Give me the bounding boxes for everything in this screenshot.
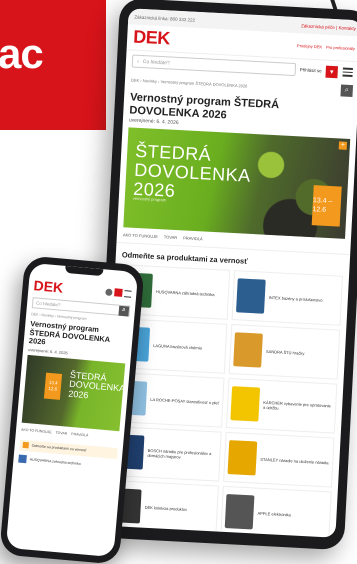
plus-icon[interactable]: + [338, 141, 348, 151]
customer-care-links[interactable]: Zákaznická péče | Kontakty [301, 23, 356, 31]
product-image [230, 386, 261, 422]
search-placeholder: Co hledáte? [142, 58, 170, 66]
product-label: INTEX bazény a príslušenstvo [268, 294, 323, 303]
product-label: BOSCH náradie pre profesionálov a domáci… [147, 447, 212, 460]
product-label: APPLE elektronika [257, 510, 291, 518]
dek-logo[interactable]: DEK [33, 277, 64, 296]
dek-logo[interactable]: DEK [133, 27, 171, 50]
product-label: STANLEY náradie na uloženie náradia [260, 456, 329, 465]
hero-date-badge: 13.4 12.6 [43, 372, 63, 400]
product-card[interactable]: KÄRCHER vybavenie pre upratovanie a údrž… [225, 378, 338, 434]
tab-rules[interactable]: PRAVIDLÁ [71, 432, 88, 437]
header-link-stores[interactable]: Prodejny DEK [297, 43, 322, 49]
search-icon[interactable]: ⌕ [118, 305, 130, 317]
gift-icon [22, 442, 29, 449]
product-card[interactable]: STANLEY náradie na uloženie náradia [223, 432, 335, 488]
tab-goods[interactable]: TOVAR [164, 235, 178, 241]
list-item-label: HUSQVARNA záhradná technika [29, 457, 81, 466]
hero-banner[interactable]: 13.4 12.6 ŠTEDRÁ DOVOLENKA 2026 [21, 354, 126, 432]
search-placeholder: Co hledáte? [35, 300, 61, 308]
hero-title: ŠTEDRÁ DOVOLENKA 2026 [132, 141, 251, 201]
tab-rules[interactable]: PRAVIDLÁ [183, 236, 203, 242]
user-icon[interactable] [105, 287, 113, 296]
hero-banner[interactable]: ŠTEDRÁ DOVOLENKA 2026 vernostný program … [123, 127, 351, 240]
tablet-screen: Zákaznická linka: 800 333 222 Zákaznická… [101, 8, 357, 538]
promo-strip-text: Odmeňte sa produktami za vernosť [31, 444, 87, 453]
cart-icon[interactable] [114, 288, 123, 297]
hero-title: ŠTEDRÁ DOVOLENKA 2026 [67, 369, 126, 401]
hotline-text: Zákaznická linka: 800 333 222 [134, 14, 196, 23]
hero-date-badge: 13.4 – 12.6 [311, 185, 342, 227]
product-label: LAGUNA bazénová chémia [153, 342, 202, 351]
product-card[interactable]: INTEX bazény a príslušenstvo [231, 270, 344, 327]
phone-header-icons [105, 287, 132, 298]
product-image [227, 440, 258, 476]
product-thumb [18, 454, 27, 464]
search-icon: ⌕ [136, 58, 140, 65]
product-label: HUSQVARNA záhradná technika [155, 288, 215, 297]
menu-icon[interactable] [124, 289, 132, 298]
login-link[interactable]: Přihlásit se [300, 67, 322, 73]
product-image [235, 278, 266, 315]
banner-text: ac [0, 30, 44, 77]
product-image [224, 494, 255, 530]
phone-screen: DEK Co hledáte? ⌕ DEK › Novinky › Vernos… [5, 262, 139, 558]
product-label: KÄRCHER vybavenie pre upratovanie a údrž… [262, 399, 331, 411]
menu-icon[interactable] [341, 66, 354, 79]
product-label: LA ROCHE-POSAY starostlivosť o pleť [150, 396, 220, 406]
product-label: SANDRA ŠTÚ hračky [265, 348, 305, 356]
breadcrumb[interactable]: DEK › Novinky › Vernostný program ŠTEDRÁ… [131, 77, 248, 88]
red-corner-banner: ac [0, 0, 106, 130]
product-image [233, 332, 263, 368]
tab-how-it-works[interactable]: AKO TO FUNGUJE [21, 428, 52, 435]
header-link-pros[interactable]: Pro profesionály [326, 45, 355, 52]
tab-how-it-works[interactable]: AKO TO FUNGUJE [123, 233, 158, 240]
product-card[interactable]: APPLE elektronika [220, 486, 332, 538]
header-links: Prodejny DEK Pro profesionály [297, 43, 355, 51]
product-card[interactable]: SANDRA ŠTÚ hračky [228, 324, 341, 380]
search-button-icon[interactable]: ⌕ [340, 84, 354, 98]
cart-icon[interactable]: ▾ [325, 65, 339, 78]
product-label: DEK kolekcia produktov [144, 504, 188, 512]
tab-goods[interactable]: TOVAR [55, 431, 67, 436]
hero-subtitle: vernostný program [132, 195, 167, 203]
